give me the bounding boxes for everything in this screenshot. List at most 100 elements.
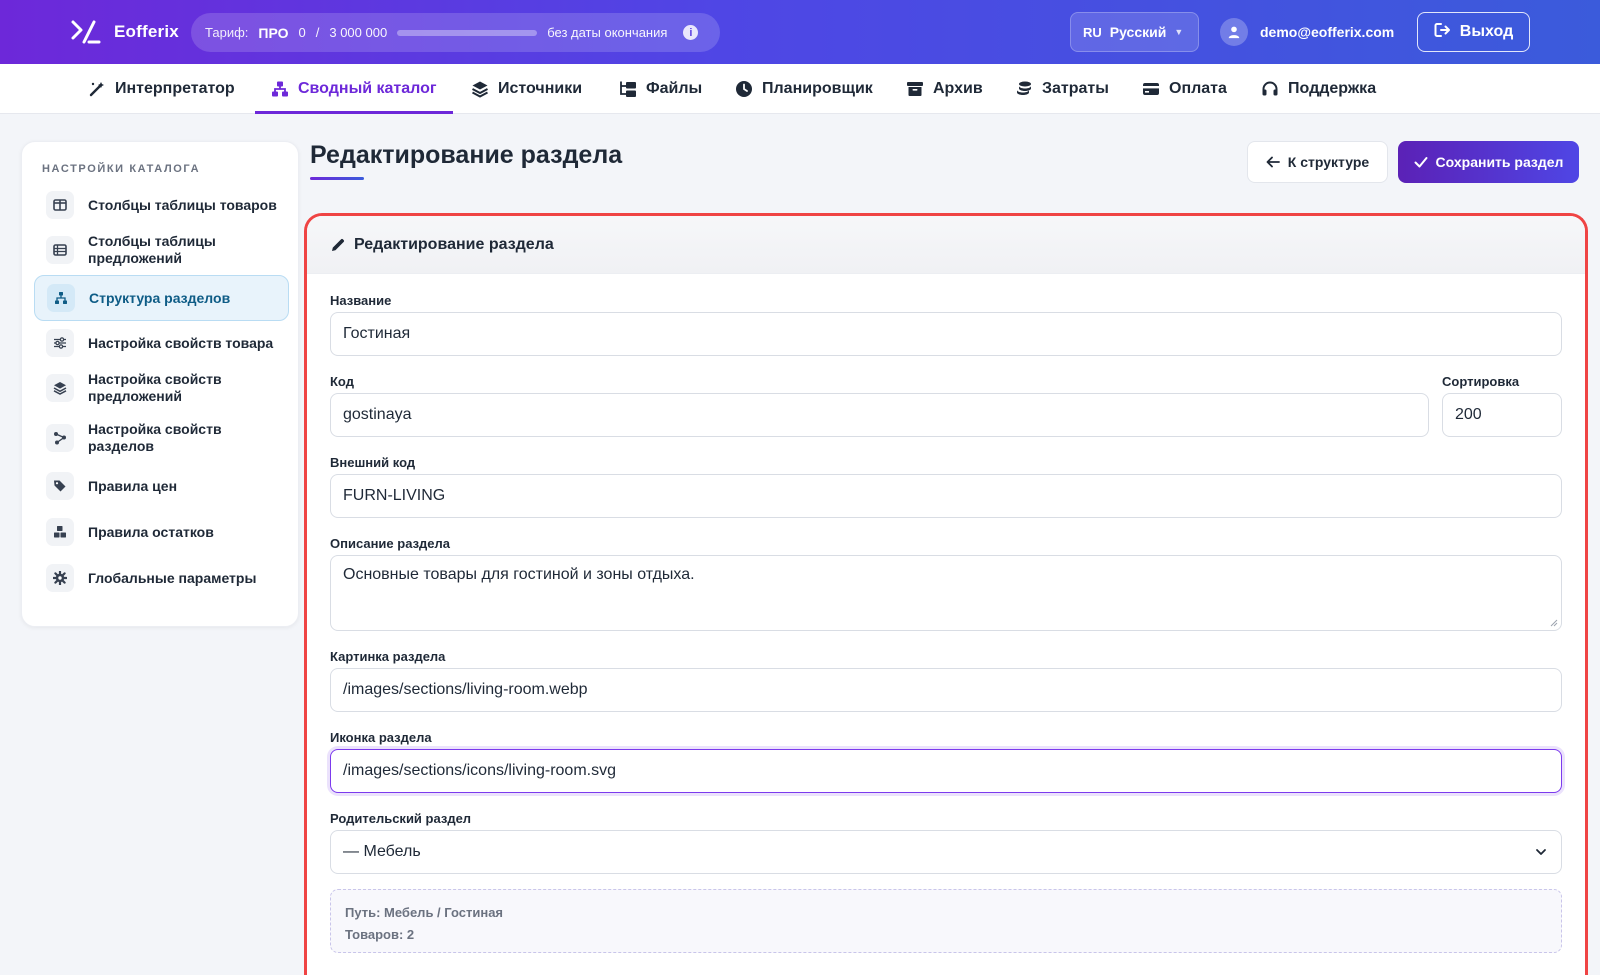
layers-icon [46, 374, 74, 402]
plan-limit: 3 000 000 [329, 25, 388, 40]
sort-label: Сортировка [1442, 374, 1520, 389]
nav-label: Интерпретатор [115, 80, 235, 97]
nav-label: Поддержка [1288, 80, 1377, 97]
image-input[interactable]: /images/sections/living-room.webp [330, 668, 1562, 712]
nav-item-costs[interactable]: Затраты [1015, 64, 1109, 114]
gear-icon [46, 564, 74, 592]
magic-wand-icon [89, 82, 104, 97]
nav-item-catalog[interactable]: Сводный каталог [255, 64, 453, 114]
sidebar-item-label: Настройка свойств товара [88, 334, 274, 351]
layers-icon [472, 81, 488, 98]
title-underline [310, 177, 364, 180]
code-value: gostinaya [343, 406, 412, 423]
plan-usage: Тариф: ПРО 0 / 3 000 000 без даты оконча… [191, 13, 720, 52]
sidebar-item-label: Столбцы таблицы товаров [88, 196, 277, 213]
nav-item-sources[interactable]: Источники [471, 64, 582, 114]
nav-item-archive[interactable]: Архив [906, 64, 983, 114]
nav-label: Архив [933, 80, 983, 97]
user-icon [1220, 18, 1248, 46]
code-label: Код [330, 374, 354, 389]
save-label: Сохранить раздел [1435, 154, 1564, 170]
icon-input[interactable]: /images/sections/icons/living-room.svg [330, 749, 1562, 793]
caret-down-icon: ▼ [1174, 27, 1184, 37]
clock-icon [736, 81, 752, 97]
nav-item-scheduler[interactable]: Планировщик [735, 64, 873, 114]
name-label: Название [330, 293, 392, 308]
external-code-value: FURN-LIVING [343, 487, 446, 504]
nav-label: Затраты [1042, 80, 1109, 97]
resize-handle-icon[interactable] [1550, 619, 1558, 627]
plan-used: 0 [298, 25, 306, 40]
sidebar-item-section-structure[interactable]: Структура разделов [34, 275, 289, 321]
sidebar-item-label: Настройка свойств разделов [88, 421, 222, 454]
top-bar: Eofferix Тариф: ПРО 0 / 3 000 000 без да… [0, 0, 1600, 64]
language-selector[interactable]: RU Русский ▼ [1070, 12, 1199, 52]
coins-icon [1017, 81, 1031, 95]
nav-label: Источники [498, 80, 583, 97]
card-title: Редактирование раздела [354, 235, 554, 253]
external-code-input[interactable]: FURN-LIVING [330, 474, 1562, 518]
edit-section-card: Редактирование раздела Название Гостиная… [304, 213, 1588, 975]
icon-value: /images/sections/icons/living-room.svg [343, 762, 616, 779]
sidebar-item-product-columns[interactable]: Столбцы таблицы товаров [34, 187, 289, 223]
language-code: RU [1083, 24, 1102, 40]
back-label: К структуре [1287, 154, 1370, 170]
sort-input[interactable]: 200 [1442, 393, 1562, 437]
logout-label: Выход [1459, 23, 1514, 40]
user-email: demo@eofferix.com [1260, 24, 1395, 40]
external-code-label: Внешний код [330, 455, 416, 470]
plan-tier: ПРО [258, 24, 289, 41]
back-to-structure-button[interactable]: К структуре [1247, 141, 1388, 183]
parent-section-label: Родительский раздел [330, 811, 472, 826]
section-path: Путь: Мебель / Гостиная [345, 905, 504, 920]
check-icon [1414, 157, 1428, 168]
sign-out-icon [1434, 22, 1452, 43]
icon-label: Иконка раздела [330, 730, 432, 745]
sitemap-icon [47, 284, 75, 312]
table-list-icon [46, 236, 74, 264]
nav-item-support[interactable]: Поддержка [1261, 64, 1376, 114]
nav-label: Планировщик [762, 80, 873, 97]
nav-item-interpreter[interactable]: Интерпретатор [88, 64, 235, 114]
sidebar-item-label: Глобальные параметры [88, 569, 257, 586]
description-label: Описание раздела [330, 536, 451, 551]
archive-icon [907, 82, 923, 96]
nav-item-payment[interactable]: Оплата [1142, 64, 1227, 114]
description-textarea[interactable]: Основные товары для гостиной и зоны отды… [330, 555, 1562, 631]
sidebar-item-section-properties[interactable]: Настройка свойств разделов [34, 416, 289, 460]
boxes-icon [46, 518, 74, 546]
sidebar-title: НАСТРОЙКИ КАТАЛОГА [42, 163, 201, 175]
plan-expiry: без даты окончания [547, 25, 668, 40]
save-section-button[interactable]: Сохранить раздел [1398, 141, 1579, 183]
sliders-icon [46, 329, 74, 357]
app-logo[interactable]: Eofferix [70, 18, 179, 46]
section-info-box: Путь: Мебель / Гостиная Товаров: 2 [330, 889, 1562, 953]
sitemap-icon [272, 81, 288, 97]
nav-label: Оплата [1169, 80, 1227, 97]
parent-section-select[interactable]: — Мебель [330, 830, 1562, 874]
sidebar-item-global-params[interactable]: Глобальные параметры [34, 560, 289, 596]
card-header: Редактирование раздела [307, 216, 1585, 274]
chevron-down-icon [1536, 849, 1546, 855]
logout-button[interactable]: Выход [1417, 12, 1530, 52]
image-value: /images/sections/living-room.webp [343, 681, 588, 698]
sidebar-item-offer-properties[interactable]: Настройка свойств предложений [34, 366, 289, 410]
info-icon[interactable]: i [683, 25, 699, 40]
plan-label: Тариф: [205, 25, 249, 40]
folder-tree-icon [620, 81, 636, 97]
sidebar-item-product-properties[interactable]: Настройка свойств товара [34, 325, 289, 361]
sidebar-item-stock-rules[interactable]: Правила остатков [34, 514, 289, 550]
nav-item-files[interactable]: Файлы [619, 64, 702, 114]
name-input[interactable]: Гостиная [330, 312, 1562, 356]
sidebar-item-offer-columns[interactable]: Столбцы таблицы предложений [34, 228, 289, 272]
code-input[interactable]: gostinaya [330, 393, 1429, 437]
page-title: Редактирование раздела [310, 141, 623, 169]
user-menu[interactable]: demo@eofferix.com [1220, 18, 1394, 46]
name-value: Гостиная [343, 325, 411, 342]
sidebar-item-price-rules[interactable]: Правила цен [34, 468, 289, 504]
sidebar-item-label: Правила остатков [88, 523, 214, 540]
arrow-left-icon [1266, 156, 1280, 168]
sidebar-item-label: Настройка свойств предложений [88, 371, 222, 404]
section-products-count: Товаров: 2 [345, 927, 415, 942]
plan-separator: / [315, 25, 320, 40]
